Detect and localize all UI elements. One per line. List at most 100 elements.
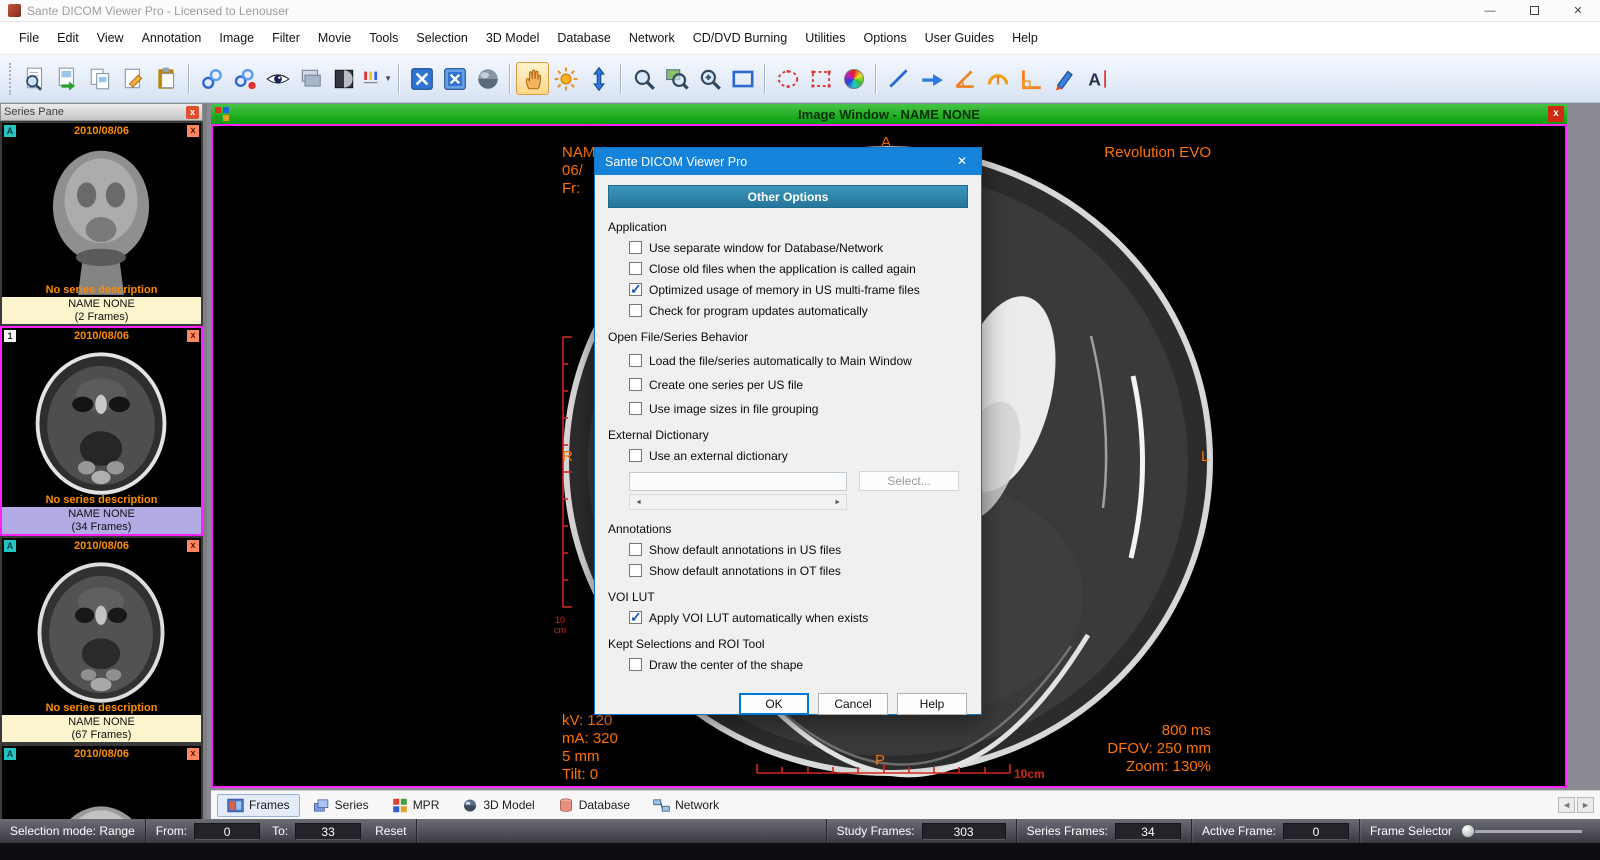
maximize-icon[interactable] xyxy=(1512,0,1556,21)
angle-tool-button[interactable] xyxy=(948,62,981,95)
roi-ellipse-button[interactable] xyxy=(771,62,804,95)
tab-series[interactable]: Series xyxy=(303,794,379,817)
help-button[interactable]: Help xyxy=(897,693,967,715)
tab-database[interactable]: Database xyxy=(548,794,640,817)
thumbnail-close-icon[interactable]: x xyxy=(187,540,199,552)
checkbox[interactable] xyxy=(629,564,642,577)
checkbox[interactable] xyxy=(629,354,642,367)
rect-select-button[interactable] xyxy=(726,62,759,95)
checkbox-row[interactable]: Use an external dictionary xyxy=(629,448,968,463)
checkbox[interactable] xyxy=(629,378,642,391)
menu-network[interactable]: Network xyxy=(620,31,684,45)
menu-image[interactable]: Image xyxy=(210,31,263,45)
checkbox[interactable] xyxy=(629,262,642,275)
menu-file[interactable]: File xyxy=(10,31,48,45)
checkbox-row[interactable]: Apply VOI LUT automatically when exists xyxy=(629,610,968,625)
arrow-tool-button[interactable] xyxy=(915,62,948,95)
fit-window-button[interactable] xyxy=(438,62,471,95)
ok-button[interactable]: OK xyxy=(739,693,809,715)
scroll-left-icon[interactable]: ◄ xyxy=(630,499,647,506)
checkbox[interactable] xyxy=(629,543,642,556)
slider-knob[interactable] xyxy=(1461,824,1475,838)
perpendicular-tool-button[interactable] xyxy=(1014,62,1047,95)
menu-annotation[interactable]: Annotation xyxy=(133,31,211,45)
menu-cddvd-burning[interactable]: CD/DVD Burning xyxy=(684,31,796,45)
thumbnail-close-icon[interactable]: x xyxy=(187,748,199,760)
texture-sphere-button[interactable] xyxy=(471,62,504,95)
eye-button[interactable] xyxy=(261,62,294,95)
checkbox[interactable] xyxy=(629,283,642,296)
image-stack-button[interactable] xyxy=(294,62,327,95)
fit-width-button[interactable] xyxy=(405,62,438,95)
tab-network[interactable]: Network xyxy=(643,794,729,817)
series-thumbnail-3[interactable]: A 2010/08/06 x No series description NAM… xyxy=(0,536,203,744)
preview-document-button[interactable] xyxy=(18,62,51,95)
checkbox[interactable] xyxy=(629,449,642,462)
tab-frames[interactable]: Frames xyxy=(217,794,300,817)
series-thumbnail-2[interactable]: 1 2010/08/06 x No series description NAM… xyxy=(0,326,203,536)
checkbox[interactable] xyxy=(629,402,642,415)
pan-hand-button[interactable] xyxy=(516,62,549,95)
tab-scroll-left-icon[interactable]: ◄ xyxy=(1558,797,1575,813)
cancel-button[interactable]: Cancel xyxy=(818,693,888,715)
series-thumbnail-1[interactable]: A 2010/08/06 x No series description NAM… xyxy=(0,121,203,326)
menu-3d-model[interactable]: 3D Model xyxy=(477,31,549,45)
frame-selector-slider[interactable] xyxy=(1464,830,1582,833)
image-window-titlebar[interactable]: Image Window - NAME NONE x xyxy=(211,104,1567,124)
menu-database[interactable]: Database xyxy=(548,31,620,45)
thumbnail-image[interactable]: No series description xyxy=(2,554,201,715)
checkbox-row[interactable]: Draw the center of the shape xyxy=(629,657,968,672)
menu-movie[interactable]: Movie xyxy=(309,31,360,45)
arc-tool-button[interactable] xyxy=(981,62,1014,95)
paste-image-button[interactable] xyxy=(150,62,183,95)
move-vertical-button[interactable] xyxy=(582,62,615,95)
menu-selection[interactable]: Selection xyxy=(407,31,476,45)
image-window-close-icon[interactable]: x xyxy=(1548,106,1564,122)
open-image-button[interactable] xyxy=(51,62,84,95)
checkbox-row[interactable]: Create one series per US file xyxy=(629,377,968,392)
checkbox[interactable] xyxy=(629,304,642,317)
dialog-titlebar[interactable]: Sante DICOM Viewer Pro ✕ xyxy=(595,148,981,175)
zoom-button[interactable] xyxy=(627,62,660,95)
thumbnail-close-icon[interactable]: x xyxy=(187,125,199,137)
checkbox[interactable] xyxy=(629,611,642,624)
edit-image-button[interactable] xyxy=(117,62,150,95)
toolbar-grip[interactable] xyxy=(9,63,13,95)
tab-scroll-right-icon[interactable]: ► xyxy=(1577,797,1594,813)
checkbox-row[interactable]: Check for program updates automatically xyxy=(629,303,968,318)
link-add-button[interactable] xyxy=(228,62,261,95)
line-tool-button[interactable] xyxy=(882,62,915,95)
reset-button[interactable]: Reset xyxy=(375,824,406,838)
text-tool-button[interactable]: A xyxy=(1080,62,1113,95)
checkbox-row[interactable]: Show default annotations in US files xyxy=(629,542,968,557)
markers-dropdown-caret[interactable]: ▼ xyxy=(384,74,392,83)
menu-tools[interactable]: Tools xyxy=(360,31,407,45)
menu-edit[interactable]: Edit xyxy=(48,31,88,45)
brightness-button[interactable] xyxy=(549,62,582,95)
dictionary-select-button[interactable]: Select... xyxy=(859,471,959,491)
dictionary-path-input[interactable] xyxy=(629,472,847,491)
checkbox[interactable] xyxy=(629,658,642,671)
menu-utilities[interactable]: Utilities xyxy=(796,31,854,45)
zoom-in-button[interactable] xyxy=(693,62,726,95)
checkbox-row[interactable]: Close old files when the application is … xyxy=(629,261,968,276)
dictionary-path-scrollbar[interactable]: ◄ ► xyxy=(629,494,847,510)
checkbox-row[interactable]: Optimized usage of memory in US multi-fr… xyxy=(629,282,968,297)
checkbox-row[interactable]: Load the file/series automatically to Ma… xyxy=(629,353,968,368)
marker-pen-button[interactable] xyxy=(1047,62,1080,95)
roi-rect-button[interactable] xyxy=(804,62,837,95)
layout-grid-icon[interactable] xyxy=(215,107,229,121)
checkbox-row[interactable]: Use separate window for Database/Network xyxy=(629,240,968,255)
dialog-close-icon[interactable]: ✕ xyxy=(943,148,981,175)
other-options-button[interactable]: Other Options xyxy=(608,185,968,208)
link-button[interactable] xyxy=(195,62,228,95)
markers-button[interactable]: ▼ xyxy=(360,62,393,95)
checkbox-row[interactable]: Show default annotations in OT files xyxy=(629,563,968,578)
menu-user-guides[interactable]: User Guides xyxy=(916,31,1003,45)
minimize-icon[interactable]: — xyxy=(1468,0,1512,21)
thumbnail-image[interactable]: No series description xyxy=(2,344,201,507)
checkbox[interactable] xyxy=(629,241,642,254)
copy-image-button[interactable] xyxy=(84,62,117,95)
thumbnail-image[interactable] xyxy=(2,762,201,819)
series-pane-close-icon[interactable]: x xyxy=(186,106,199,119)
